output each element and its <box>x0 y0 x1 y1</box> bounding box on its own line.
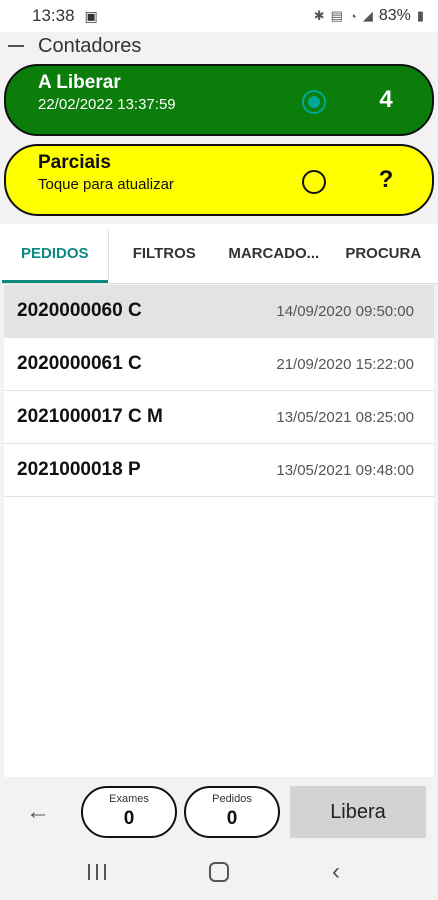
table-row[interactable]: 2021000018 P 13/05/2021 09:48:00 <box>4 444 434 497</box>
order-list: 2020000060 C 14/09/2020 09:50:00 2020000… <box>4 285 434 777</box>
pedidos-value: 0 <box>226 808 238 829</box>
recent-apps-icon[interactable] <box>88 864 106 880</box>
signal-icon: ◢ <box>362 8 373 23</box>
tab-bar: PEDIDOS FILTROS MARCADO... PROCURA <box>0 224 438 284</box>
counter-count: 4 <box>379 86 393 113</box>
page-title: Contadores <box>38 34 142 57</box>
tab-divider <box>108 230 109 280</box>
table-row[interactable]: 2020000060 C 14/09/2020 09:50:00 <box>4 285 434 338</box>
nav-back-icon[interactable]: ‹ <box>332 858 340 886</box>
tab-pedidos[interactable]: PEDIDOS <box>0 224 110 283</box>
order-date: 14/09/2020 09:50:00 <box>276 302 414 320</box>
battery-icon: ▮ <box>416 8 424 23</box>
home-icon[interactable] <box>209 862 229 882</box>
back-arrow-icon[interactable]: ← <box>24 798 52 826</box>
battery-percent: 83% <box>378 7 411 24</box>
order-id: 2021000018 P <box>17 459 141 480</box>
order-date: 13/05/2021 09:48:00 <box>276 461 414 479</box>
order-id: 2021000017 C M <box>17 406 163 427</box>
tab-filtros[interactable]: FILTROS <box>110 224 220 283</box>
exames-value: 0 <box>123 808 135 829</box>
volte-icon: ▤ <box>330 8 343 23</box>
counter-count: ? <box>378 166 394 193</box>
order-date: 13/05/2021 08:25:00 <box>276 408 414 426</box>
pedidos-label: Pedidos <box>212 793 252 805</box>
bottom-bar: ← Exames 0 Pedidos 0 Libera <box>0 778 438 844</box>
table-row[interactable]: 2021000017 C M 13/05/2021 08:25:00 <box>4 391 434 444</box>
table-row[interactable]: 2020000061 C 21/09/2020 15:22:00 <box>4 338 434 391</box>
radio-unselected-icon[interactable] <box>302 170 326 194</box>
tab-marcados[interactable]: MARCADO... <box>219 224 329 283</box>
order-date: 21/09/2020 15:22:00 <box>276 355 414 373</box>
exames-counter: Exames 0 <box>81 786 177 838</box>
tab-procura[interactable]: PROCURA <box>329 224 438 283</box>
exames-label: Exames <box>109 793 149 805</box>
bluetooth-icon: ✱ <box>313 8 325 23</box>
radio-selected-icon[interactable] <box>302 90 326 114</box>
status-time: 13:38 <box>32 6 75 25</box>
order-id: 2020000060 C <box>17 300 142 321</box>
app-header: Contadores <box>0 32 438 60</box>
status-bar: 13:38 ▣ ✱ ▤ ◔ ◢ 83% ▮ <box>0 0 438 32</box>
system-nav-bar: ‹ <box>0 844 438 900</box>
counter-card-a-liberar[interactable]: A Liberar 22/02/2022 13:37:59 4 <box>4 64 434 136</box>
libera-button[interactable]: Libera <box>290 786 426 838</box>
counter-card-parciais[interactable]: Parciais Toque para atualizar ? <box>4 144 434 216</box>
pedidos-counter: Pedidos 0 <box>184 786 280 838</box>
image-icon: ▣ <box>84 7 98 24</box>
collapse-icon[interactable] <box>8 45 24 47</box>
wifi-icon: ◔ <box>348 8 357 24</box>
order-id: 2020000061 C <box>17 353 142 374</box>
